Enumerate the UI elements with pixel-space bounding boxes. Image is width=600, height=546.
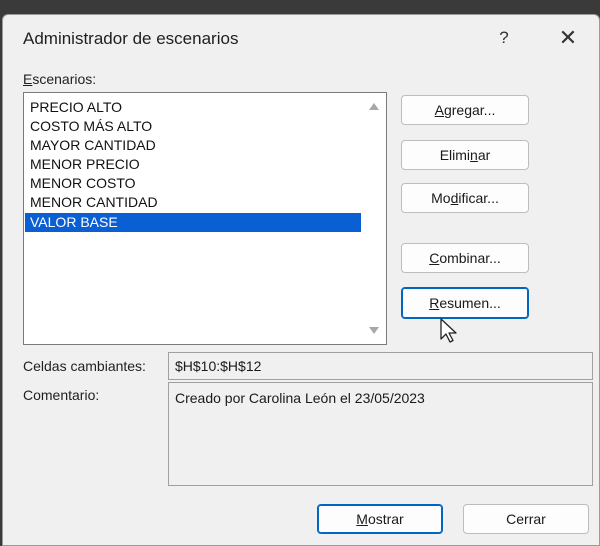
changing-cells-label: Celdas cambiantes: bbox=[23, 358, 146, 374]
list-item[interactable]: MENOR PRECIO bbox=[25, 155, 361, 174]
scenarios-label: Escenarios: bbox=[23, 71, 97, 87]
list-item[interactable]: MENOR COSTO bbox=[25, 174, 361, 193]
add-button[interactable]: Agregar... bbox=[401, 95, 529, 125]
changing-cells-field: $H$10:$H$12 bbox=[168, 352, 593, 380]
scenario-manager-dialog: Administrador de escenarios ? ✕ Escenari… bbox=[2, 14, 600, 546]
list-item-selected[interactable]: VALOR BASE bbox=[25, 213, 361, 232]
list-item[interactable]: PRECIO ALTO bbox=[25, 98, 361, 117]
mouse-pointer-icon bbox=[440, 318, 457, 343]
modify-button[interactable]: Modificar... bbox=[401, 183, 529, 213]
scroll-down-arrow-icon[interactable] bbox=[369, 327, 379, 334]
close-dialog-button[interactable]: Cerrar bbox=[463, 504, 589, 534]
scenarios-listbox[interactable]: PRECIO ALTO COSTO MÁS ALTO MAYOR CANTIDA… bbox=[23, 92, 387, 345]
list-item[interactable]: MENOR CANTIDAD bbox=[25, 193, 361, 212]
show-button[interactable]: Mostrar bbox=[317, 504, 443, 534]
comment-field: Creado por Carolina León el 23/05/2023 bbox=[168, 382, 593, 486]
list-item[interactable]: MAYOR CANTIDAD bbox=[25, 136, 361, 155]
dialog-title: Administrador de escenarios bbox=[23, 29, 239, 48]
summary-button[interactable]: Resumen... bbox=[401, 287, 529, 319]
comment-label: Comentario: bbox=[23, 387, 100, 403]
help-button[interactable]: ? bbox=[489, 25, 519, 51]
delete-button[interactable]: Eliminar bbox=[401, 140, 529, 170]
combine-button[interactable]: Combinar... bbox=[401, 243, 529, 273]
close-button[interactable]: ✕ bbox=[551, 23, 585, 53]
scroll-up-arrow-icon[interactable] bbox=[369, 103, 379, 110]
list-item[interactable]: COSTO MÁS ALTO bbox=[25, 117, 361, 136]
list-scrollbar[interactable] bbox=[363, 94, 385, 343]
